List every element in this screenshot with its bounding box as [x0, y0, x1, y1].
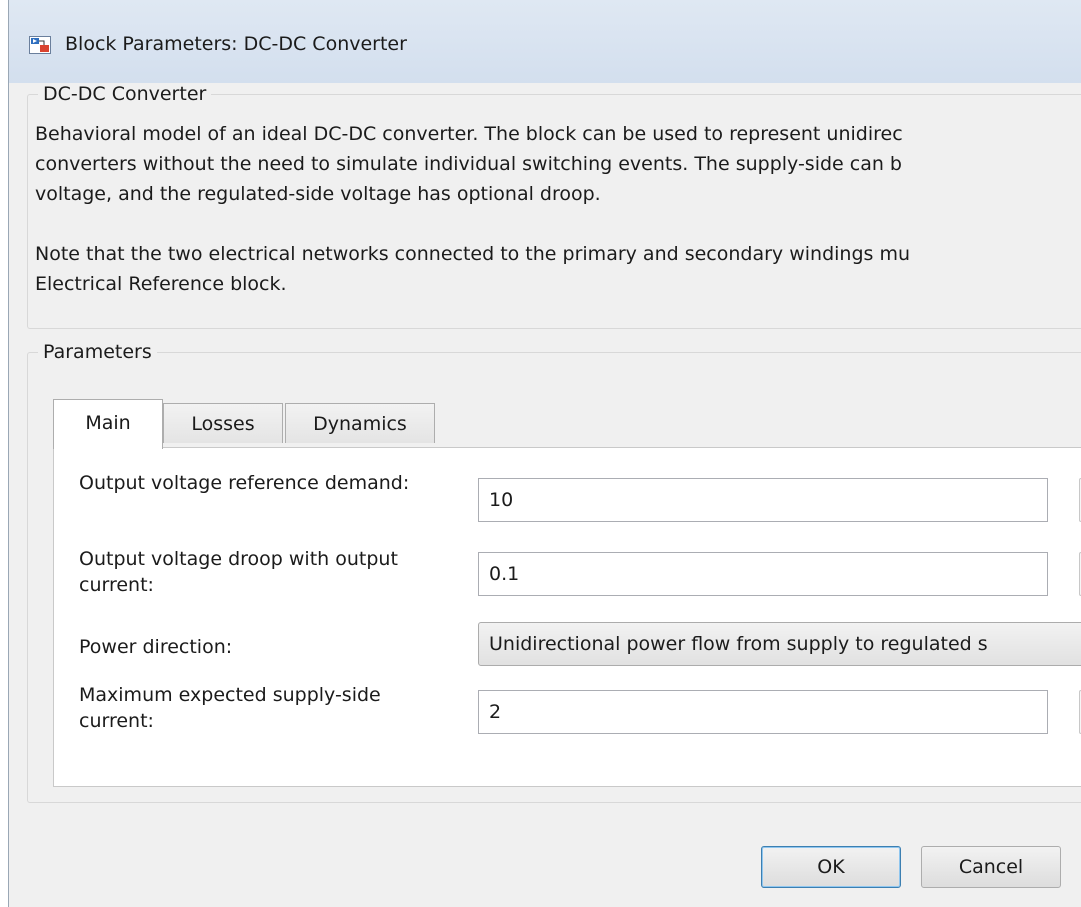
output-voltage-droop-row: Output voltage droop with output current…	[54, 546, 1081, 602]
ok-button[interactable]: OK	[761, 846, 901, 888]
simulink-block-icon	[29, 36, 51, 54]
parameters-legend: Parameters	[43, 341, 152, 363]
power-direction-label: Power direction:	[79, 636, 233, 658]
output-voltage-reference-label: Output voltage reference demand:	[79, 472, 410, 494]
max-supply-current-input[interactable]	[478, 690, 1048, 734]
description-line: voltage, and the regulated-side voltage …	[35, 183, 601, 205]
output-voltage-droop-label: Output voltage droop with output current…	[79, 548, 398, 596]
power-direction-row: Power direction: Unidirectional power fl…	[54, 622, 1081, 666]
description-line: converters without the need to simulate …	[35, 153, 902, 175]
output-voltage-reference-input[interactable]	[478, 478, 1048, 522]
max-supply-current-row: Maximum expected supply-side current:	[54, 682, 1081, 738]
output-voltage-droop-input[interactable]	[478, 552, 1048, 596]
output-voltage-reference-row: Output voltage reference demand:	[54, 470, 1081, 526]
cancel-button[interactable]: Cancel	[921, 846, 1061, 888]
description-legend: DC-DC Converter	[43, 83, 207, 105]
block-parameters-dialog: Block Parameters: DC-DC Converter DC-DC …	[8, 0, 1081, 907]
title-bar: Block Parameters: DC-DC Converter	[9, 0, 1081, 83]
description-line: Electrical Reference block.	[35, 273, 287, 295]
main-tab-panel: Output voltage reference demand: Output …	[53, 447, 1081, 787]
dialog-content: DC-DC Converter Behavioral model of an i…	[9, 83, 1081, 907]
tab-main[interactable]: Main	[53, 399, 163, 449]
tab-losses[interactable]: Losses	[163, 403, 283, 443]
description-line: Behavioral model of an ideal DC-DC conve…	[35, 123, 903, 145]
description-line: Note that the two electrical networks co…	[35, 243, 911, 265]
description-text: Behavioral model of an ideal DC-DC conve…	[35, 119, 1081, 299]
tab-dynamics[interactable]: Dynamics	[285, 403, 435, 443]
window-title: Block Parameters: DC-DC Converter	[65, 33, 407, 55]
max-supply-current-label: Maximum expected supply-side current:	[79, 684, 381, 732]
power-direction-dropdown[interactable]: Unidirectional power flow from supply to…	[478, 622, 1081, 666]
